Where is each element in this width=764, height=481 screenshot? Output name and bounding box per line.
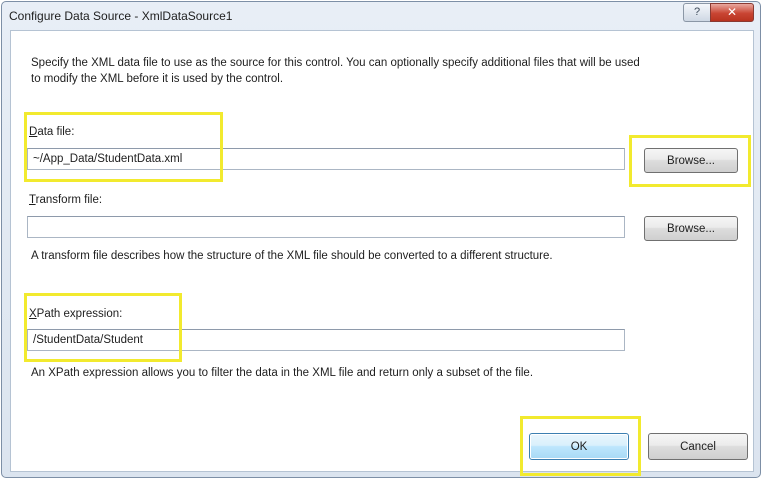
xpath-hint: An XPath expression allows you to filter… — [31, 367, 534, 379]
transform-file-label-mnemonic: T — [29, 194, 36, 206]
intro-text-line-1: Specify the XML data file to use as the … — [31, 57, 640, 69]
xpath-label-rest: Path expression: — [36, 308, 123, 320]
title-bar-buttons: ? ✕ — [683, 3, 754, 22]
window-title: Configure Data Source - XmlDataSource1 — [9, 9, 233, 23]
title-bar: Configure Data Source - XmlDataSource1 ?… — [2, 2, 760, 30]
transform-file-input[interactable] — [27, 216, 625, 238]
data-file-browse-button[interactable]: Browse... — [644, 148, 738, 173]
xpath-label: XPath expression: — [29, 306, 122, 322]
close-icon[interactable]: ✕ — [710, 3, 754, 22]
intro-text-line-2: to modify the XML before it is used by t… — [31, 73, 284, 85]
transform-file-hint: A transform file describes how the struc… — [31, 250, 553, 262]
transform-file-label-rest: ransform file: — [35, 194, 103, 206]
data-file-input[interactable]: ~/App_Data/StudentData.xml — [27, 148, 625, 170]
transform-file-label: Transform file: — [29, 192, 102, 208]
transform-file-browse-button[interactable]: Browse... — [644, 216, 738, 241]
help-icon[interactable]: ? — [683, 3, 710, 22]
data-file-label: Data file: — [29, 124, 74, 140]
xpath-label-mnemonic: X — [29, 308, 37, 320]
ok-button[interactable]: OK — [529, 433, 629, 460]
data-file-label-rest: ata file: — [37, 126, 75, 138]
dialog-content: Specify the XML data file to use as the … — [10, 30, 754, 472]
xpath-input[interactable]: /StudentData/Student — [27, 329, 625, 351]
cancel-button[interactable]: Cancel — [648, 433, 748, 460]
configure-data-source-dialog: Configure Data Source - XmlDataSource1 ?… — [1, 1, 761, 478]
